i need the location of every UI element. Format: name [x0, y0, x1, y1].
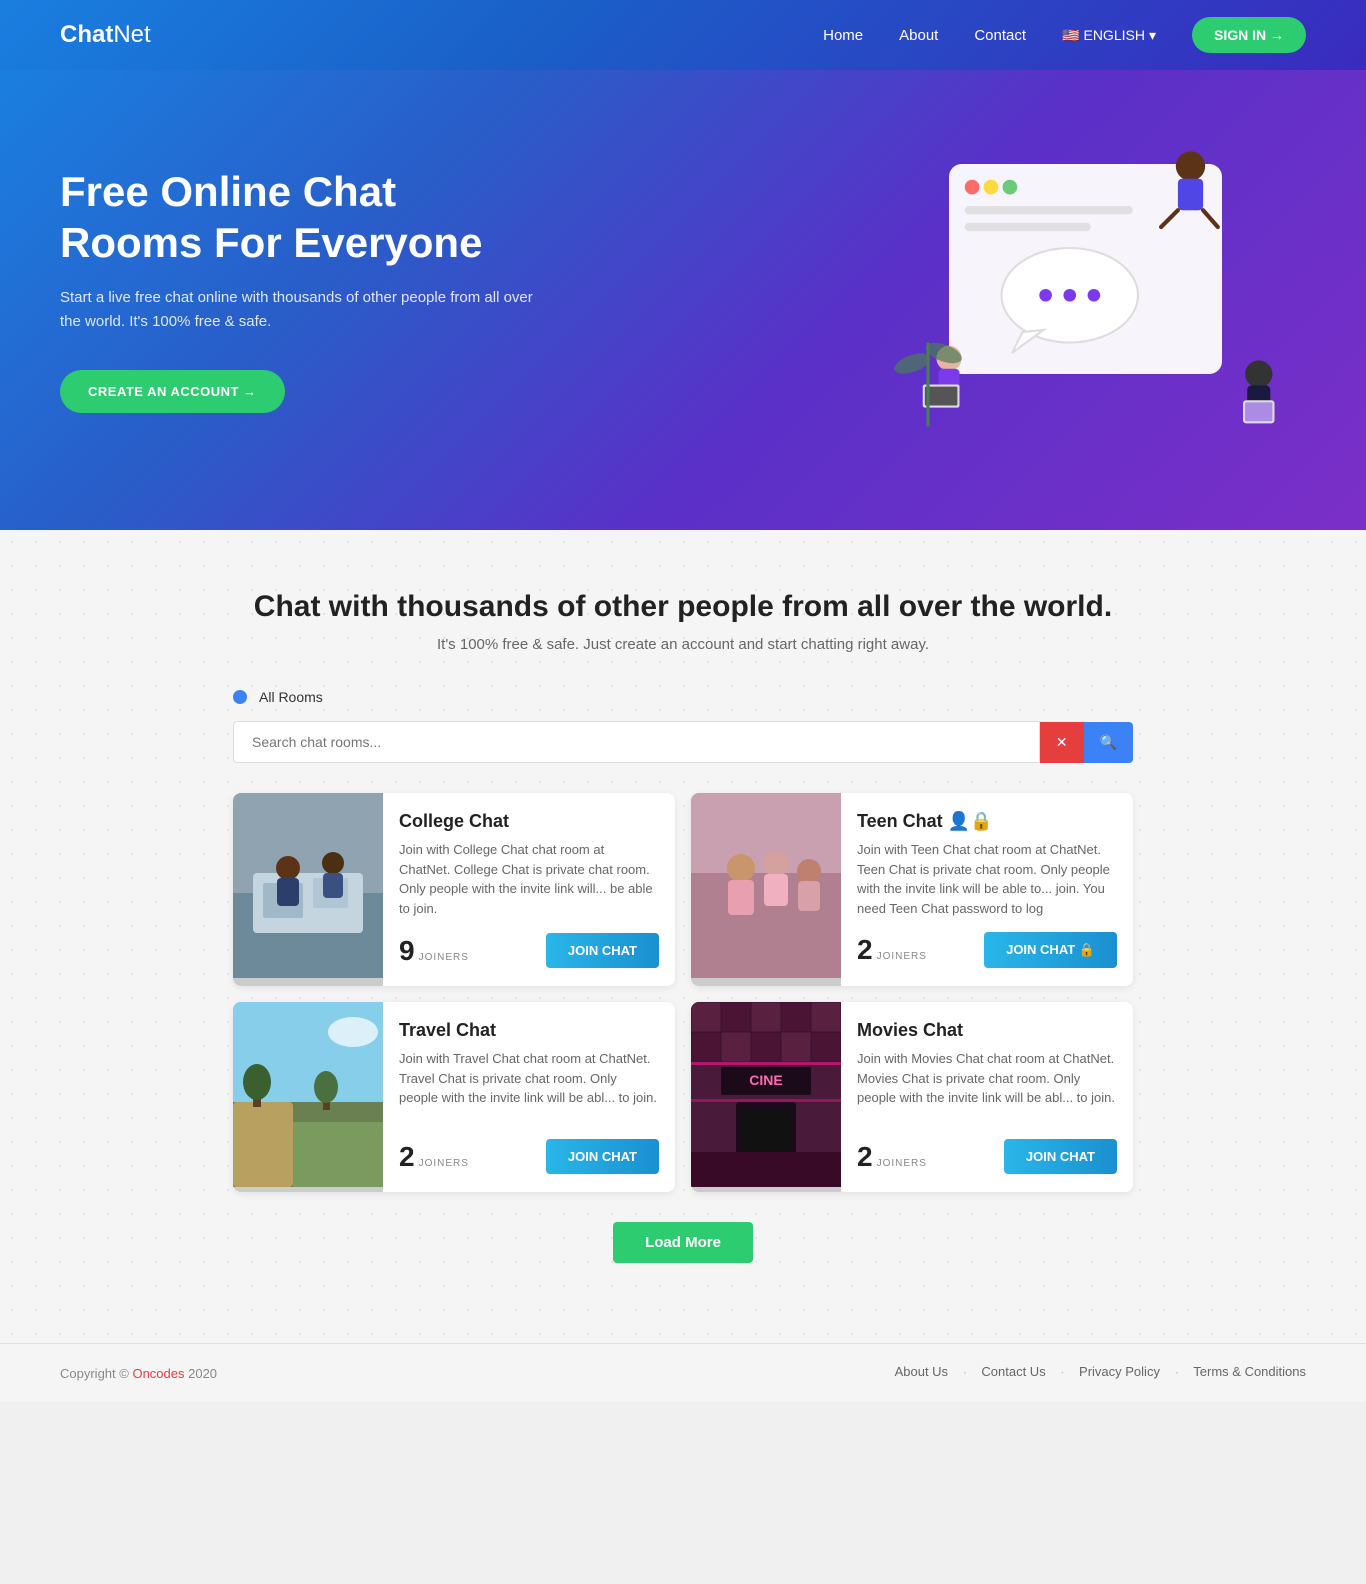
room-name-movies: Movies Chat: [857, 1020, 1117, 1041]
footer: Copyright © Oncodes 2020 About Us · Cont…: [0, 1343, 1366, 1402]
footer-brand-link[interactable]: Oncodes: [132, 1366, 184, 1381]
load-more-button[interactable]: Load More: [613, 1222, 753, 1263]
room-joiners-college: 9 JOINERS: [399, 935, 469, 967]
room-card-movies: CINE Movies Chat Join with Movies Chat c…: [691, 1002, 1133, 1192]
room-name-college: College Chat: [399, 811, 659, 832]
brand-logo[interactable]: ChatNet: [60, 21, 151, 49]
search-bar: ✕ 🔍: [233, 721, 1133, 763]
room-image-teen: [691, 793, 841, 986]
room-body-college: College Chat Join with College Chat chat…: [383, 793, 675, 986]
room-card-teen: Teen Chat 👤🔒 Join with Teen Chat chat ro…: [691, 793, 1133, 986]
filter-bar: All Rooms: [233, 689, 1133, 705]
room-image-movies: CINE: [691, 1002, 841, 1192]
hero-subtitle: Start a live free chat online with thous…: [60, 286, 540, 334]
room-joiners-travel: 2 JOINERS: [399, 1141, 469, 1173]
room-image-travel: [233, 1002, 383, 1192]
signin-button[interactable]: SIGN IN →: [1192, 17, 1306, 53]
footer-links: About Us · Contact Us · Privacy Policy ·…: [895, 1364, 1306, 1382]
room-footer-travel: 2 JOINERS JOIN CHAT: [399, 1139, 659, 1174]
join-chat-college[interactable]: JOIN CHAT: [546, 933, 659, 968]
main-content: Chat with thousands of other people from…: [0, 530, 1366, 1343]
room-footer-teen: 2 JOINERS JOIN CHAT 🔒: [857, 932, 1117, 968]
room-body-travel: Travel Chat Join with Travel Chat chat r…: [383, 1002, 675, 1192]
room-desc-travel: Join with Travel Chat chat room at ChatN…: [399, 1049, 659, 1125]
rooms-grid: College Chat Join with College Chat chat…: [233, 793, 1133, 1192]
language-selector[interactable]: 🇺🇸 ENGLISH ▾: [1062, 27, 1156, 44]
hero-content: Free Online Chat Rooms For Everyone Star…: [60, 167, 540, 413]
create-account-button[interactable]: CREATE AN ACCOUNT →: [60, 370, 285, 413]
room-name-travel: Travel Chat: [399, 1020, 659, 1041]
room-desc-teen: Join with Teen Chat chat room at ChatNet…: [857, 840, 1117, 918]
navbar: ChatNet Home About Contact 🇺🇸 ENGLISH ▾ …: [0, 0, 1366, 70]
hero-title: Free Online Chat Rooms For Everyone: [60, 167, 540, 268]
room-joiners-teen: 2 JOINERS: [857, 934, 927, 966]
section-title: Chat with thousands of other people from…: [60, 590, 1306, 624]
footer-link-terms[interactable]: Terms & Conditions: [1193, 1364, 1306, 1382]
nav-about[interactable]: About: [899, 27, 938, 44]
room-desc-college: Join with College Chat chat room at Chat…: [399, 840, 659, 919]
footer-copyright: Copyright © Oncodes 2020: [60, 1366, 217, 1381]
svg-text:CINE: CINE: [749, 1072, 782, 1088]
load-more-wrap: Load More: [233, 1222, 1133, 1263]
room-desc-movies: Join with Movies Chat chat room at ChatN…: [857, 1049, 1117, 1125]
room-joiners-movies: 2 JOINERS: [857, 1141, 927, 1173]
join-chat-travel[interactable]: JOIN CHAT: [546, 1139, 659, 1174]
search-input[interactable]: [233, 721, 1040, 763]
room-body-movies: Movies Chat Join with Movies Chat chat r…: [841, 1002, 1133, 1192]
brand-chat: Chat: [60, 21, 113, 49]
room-footer-college: 9 JOINERS JOIN CHAT: [399, 933, 659, 968]
footer-link-about[interactable]: About Us: [895, 1364, 948, 1382]
room-card-college: College Chat Join with College Chat chat…: [233, 793, 675, 986]
nav-contact[interactable]: Contact: [974, 27, 1026, 44]
filter-all-rooms[interactable]: All Rooms: [259, 689, 323, 705]
nav-home[interactable]: Home: [823, 27, 863, 44]
section-subtitle: It's 100% free & safe. Just create an ac…: [60, 636, 1306, 653]
filter-dot: [233, 690, 247, 704]
room-image-college: [233, 793, 383, 986]
room-body-teen: Teen Chat 👤🔒 Join with Teen Chat chat ro…: [841, 793, 1133, 986]
search-clear-button[interactable]: ✕: [1040, 722, 1084, 763]
hero-illustration: [886, 130, 1306, 450]
brand-net: Net: [113, 21, 150, 49]
join-chat-teen[interactable]: JOIN CHAT 🔒: [984, 932, 1117, 968]
nav-links: Home About Contact 🇺🇸 ENGLISH ▾ SIGN IN …: [823, 17, 1306, 53]
footer-link-contact[interactable]: Contact Us: [981, 1364, 1045, 1382]
room-name-teen: Teen Chat 👤🔒: [857, 811, 1117, 832]
room-footer-movies: 2 JOINERS JOIN CHAT: [857, 1139, 1117, 1174]
footer-link-privacy[interactable]: Privacy Policy: [1079, 1364, 1160, 1382]
search-go-button[interactable]: 🔍: [1084, 722, 1133, 763]
join-chat-movies[interactable]: JOIN CHAT: [1004, 1139, 1117, 1174]
hero-section: Free Online Chat Rooms For Everyone Star…: [0, 70, 1366, 530]
room-card-travel: Travel Chat Join with Travel Chat chat r…: [233, 1002, 675, 1192]
